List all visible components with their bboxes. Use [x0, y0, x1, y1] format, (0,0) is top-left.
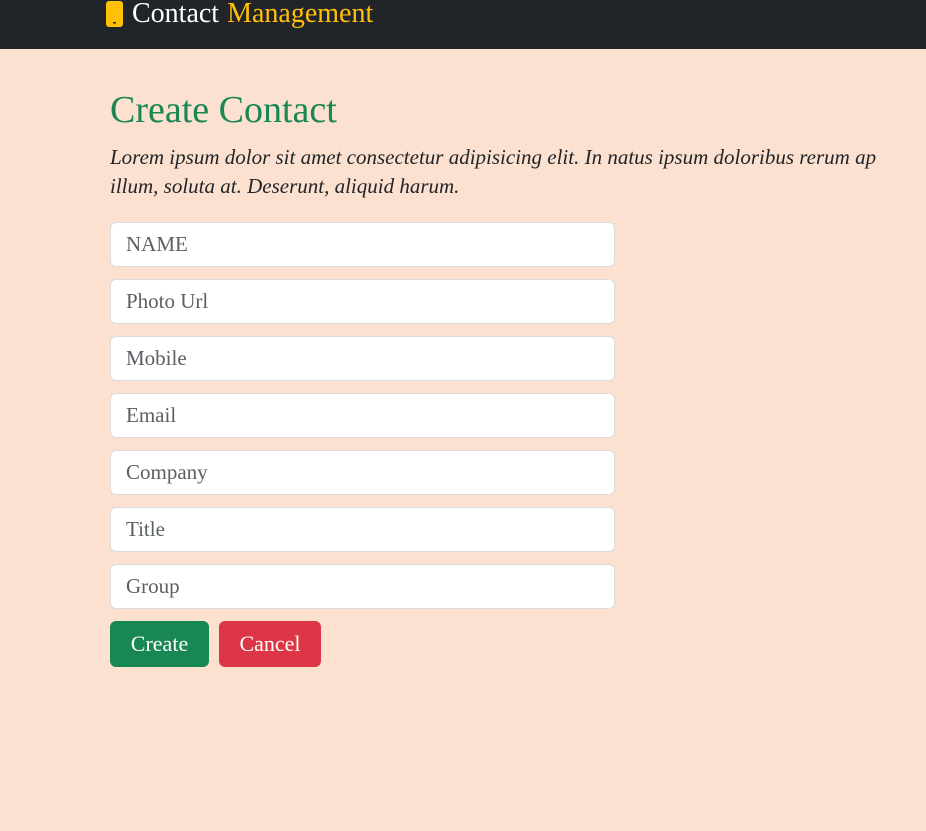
brand-text-management: Management [227, 0, 374, 29]
company-input[interactable] [110, 450, 615, 495]
navbar: Contact Management [0, 0, 926, 49]
mobile-input[interactable] [110, 336, 615, 381]
phone-icon [106, 1, 123, 27]
brand-text-contact: Contact [132, 0, 220, 29]
name-input[interactable] [110, 222, 615, 267]
photo-url-input[interactable] [110, 279, 615, 324]
title-input[interactable] [110, 507, 615, 552]
description-line-2: illum, soluta at. Deserunt, aliquid haru… [110, 174, 460, 198]
cancel-button[interactable]: Cancel [219, 621, 321, 667]
page-title: Create Contact [110, 89, 337, 131]
create-button[interactable]: Create [110, 621, 209, 667]
brand-link[interactable]: Contact Management [106, 0, 373, 28]
page-description: Lorem ipsum dolor sit amet consectetur a… [110, 143, 926, 201]
description-line-1: Lorem ipsum dolor sit amet consectetur a… [110, 145, 877, 169]
group-input[interactable] [110, 564, 615, 609]
email-input[interactable] [110, 393, 615, 438]
